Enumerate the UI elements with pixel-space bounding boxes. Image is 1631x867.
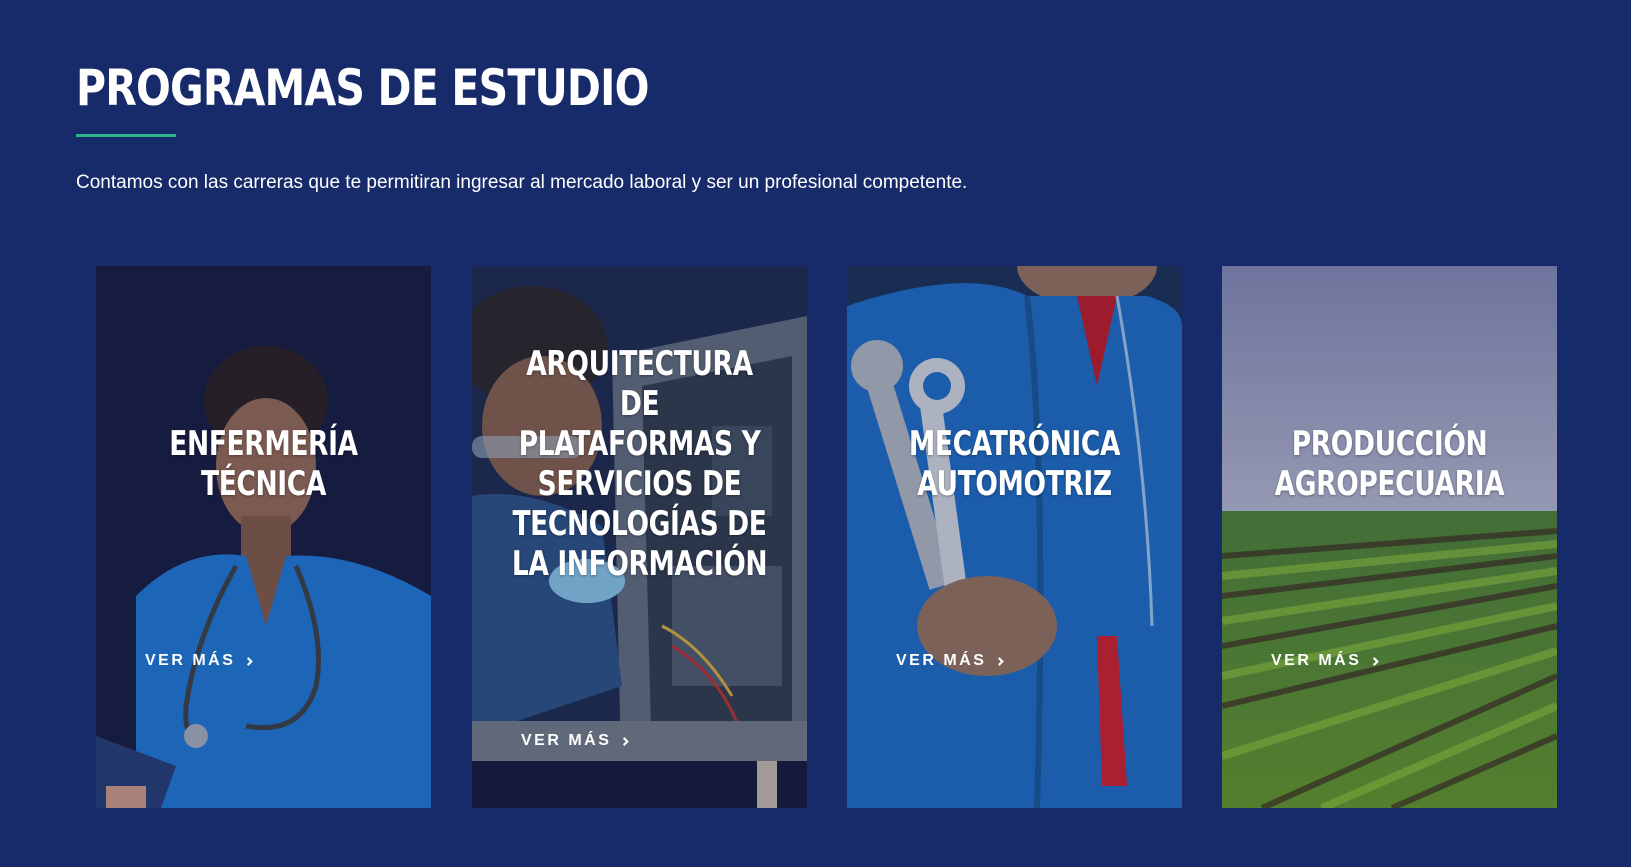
program-card-mecatronica[interactable]: MECATRÓNICA AUTOMOTRIZ VER MÁS <box>847 266 1182 808</box>
section-intro: Contamos con las carreras que te permiti… <box>76 172 968 193</box>
program-card-arquitectura[interactable]: ARQUITECTURA DE PLATAFORMAS Y SERVICIOS … <box>472 266 807 808</box>
ver-mas-link[interactable]: VER MÁS <box>1271 652 1380 670</box>
ver-mas-link[interactable]: VER MÁS <box>145 652 254 670</box>
chevron-right-icon <box>247 656 254 666</box>
title-underline <box>76 134 176 137</box>
card-overlay <box>96 266 431 808</box>
card-overlay <box>1222 266 1557 808</box>
page-title: PROGRAMAS DE ESTUDIO <box>76 59 649 117</box>
chevron-right-icon <box>998 656 1005 666</box>
ver-mas-link[interactable]: VER MÁS <box>521 732 630 750</box>
card-overlay <box>847 266 1182 808</box>
program-card-enfermeria[interactable]: ENFERMERÍA TÉCNICA VER MÁS <box>96 266 431 808</box>
card-title: MECATRÓNICA AUTOMOTRIZ <box>908 424 1121 504</box>
ver-mas-link[interactable]: VER MÁS <box>896 652 1005 670</box>
program-card-produccion[interactable]: PRODUCCIÓN AGROPECUARIA VER MÁS <box>1222 266 1557 808</box>
card-title: PRODUCCIÓN AGROPECUARIA <box>1274 424 1505 504</box>
card-title: ARQUITECTURA DE PLATAFORMAS Y SERVICIOS … <box>511 344 768 584</box>
card-title: ENFERMERÍA TÉCNICA <box>169 424 358 504</box>
chevron-right-icon <box>623 736 630 746</box>
chevron-right-icon <box>1373 656 1380 666</box>
